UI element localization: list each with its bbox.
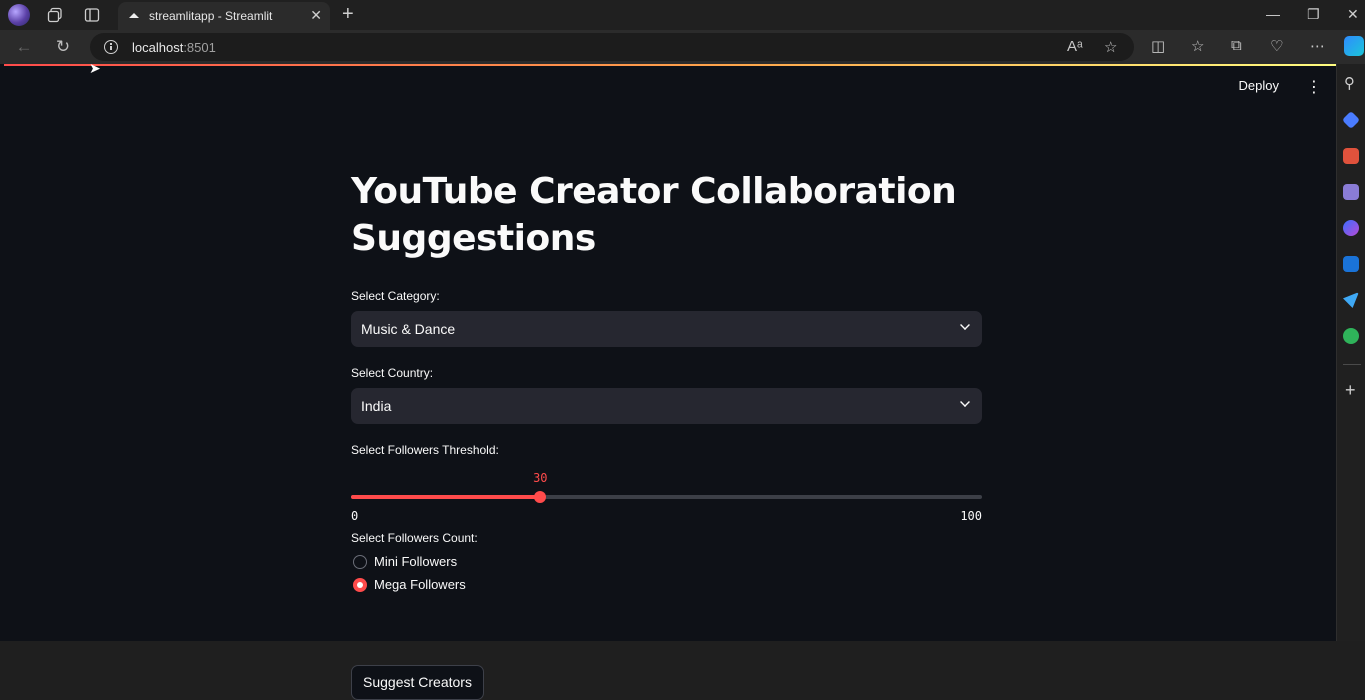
tab-close-icon[interactable]: ✕ (310, 7, 322, 24)
category-select[interactable]: Music & Dance (351, 311, 982, 347)
send-icon[interactable] (1343, 292, 1359, 308)
mouse-cursor-icon: ➤ (89, 60, 101, 76)
slider-min-label: 0 (351, 509, 359, 523)
radio-option-mini[interactable]: Mini Followers (351, 551, 982, 574)
radio-group: Mini Followers Mega Followers (351, 551, 982, 597)
radio-label: Mini Followers (374, 554, 458, 569)
minimize-icon[interactable]: — (1266, 6, 1280, 22)
country-select-group: Select Country: India (351, 366, 982, 424)
title-bar: streamlitapp - Streamlit ✕ + — ❐ ✕ (0, 0, 1365, 30)
tools-icon[interactable] (1343, 148, 1359, 164)
navigation-bar: ← ↻ localhost:8501 Aᵃ ☆ ◫ ☆ ⧉ ♡ ⋯ (0, 30, 1365, 64)
country-label: Select Country: (351, 366, 434, 380)
games-icon[interactable] (1343, 184, 1359, 200)
tab-title: streamlitapp - Streamlit (149, 9, 273, 23)
profile-avatar-icon[interactable] (8, 4, 30, 26)
microsoft-365-icon[interactable] (1343, 220, 1359, 236)
search-icon[interactable]: ⚲ (1344, 74, 1355, 92)
app-header: Deploy ⋮ (1036, 64, 1336, 108)
address-bar[interactable]: localhost:8501 Aᵃ ☆ (90, 33, 1134, 61)
browser-window: streamlitapp - Streamlit ✕ + — ❐ ✕ ← ↻ l… (0, 0, 1365, 700)
read-aloud-icon[interactable]: Aᵃ (1067, 38, 1083, 55)
slider-max-label: 100 (960, 509, 982, 523)
threshold-label: Select Followers Threshold: (351, 443, 499, 457)
radio-label: Mega Followers (374, 577, 466, 592)
restore-icon[interactable]: ❐ (1307, 6, 1320, 23)
suggest-creators-button[interactable]: Suggest Creators (351, 665, 484, 700)
tab-active[interactable]: streamlitapp - Streamlit ✕ (118, 2, 330, 30)
add-icon[interactable]: + (1345, 380, 1356, 401)
collections-icon[interactable]: ⧉ (1231, 37, 1242, 54)
more-options-icon[interactable]: ⋯ (1310, 37, 1325, 55)
radio-button[interactable] (353, 555, 367, 569)
favorite-star-icon[interactable]: ☆ (1104, 38, 1117, 56)
close-window-icon[interactable]: ✕ (1347, 6, 1359, 23)
main-menu-icon[interactable]: ⋮ (1306, 77, 1322, 97)
tree-icon[interactable] (1343, 328, 1359, 344)
threshold-slider[interactable]: 30 0 100 (351, 465, 982, 523)
country-value: India (361, 398, 392, 414)
copilot-icon[interactable] (1344, 36, 1364, 56)
page-title: YouTube Creator Collaboration Suggestion… (351, 171, 957, 259)
back-icon[interactable]: ← (14, 37, 34, 57)
streamlit-app: ➤ Deploy ⋮ YouTube Creator Collaboration… (0, 60, 1336, 700)
threshold-slider-group: Select Followers Threshold: 30 0 100 (351, 443, 982, 523)
new-tab-icon[interactable]: + (342, 4, 354, 24)
split-screen-icon[interactable]: ◫ (1151, 37, 1165, 55)
category-value: Music & Dance (361, 321, 456, 337)
slider-current-value: 30 (533, 471, 548, 485)
shopping-tag-icon[interactable] (1341, 110, 1361, 130)
slider-handle[interactable] (534, 491, 547, 503)
followers-count-group: Select Followers Count: Mini Followers M… (351, 531, 982, 597)
slider-track[interactable] (351, 491, 982, 503)
chevron-down-icon (960, 320, 970, 330)
sidebar-divider (1343, 364, 1361, 365)
radio-option-mega[interactable]: Mega Followers (351, 574, 982, 597)
main-content: YouTube Creator Collaboration Suggestion… (351, 168, 982, 700)
slider-fill (351, 495, 541, 499)
outlook-icon[interactable] (1343, 256, 1359, 272)
deploy-button[interactable]: Deploy (1239, 78, 1279, 93)
radio-button[interactable] (353, 578, 367, 592)
refresh-icon[interactable]: ↻ (53, 37, 73, 57)
site-info-icon[interactable] (104, 40, 118, 54)
category-select-group: Select Category: Music & Dance (351, 289, 982, 347)
browser-essentials-icon[interactable]: ♡ (1270, 37, 1283, 55)
category-label: Select Category: (351, 289, 440, 303)
followers-count-label: Select Followers Count: (351, 531, 478, 545)
workspaces-icon[interactable] (44, 5, 66, 25)
chevron-down-icon (960, 397, 970, 407)
favorites-icon[interactable]: ☆ (1191, 37, 1204, 55)
tab-actions-icon[interactable] (81, 5, 103, 25)
country-select[interactable]: India (351, 388, 982, 424)
streamlit-favicon-icon (129, 13, 139, 18)
edge-sidebar: ⚲ + (1336, 64, 1365, 641)
url-text[interactable]: localhost:8501 (132, 40, 216, 55)
